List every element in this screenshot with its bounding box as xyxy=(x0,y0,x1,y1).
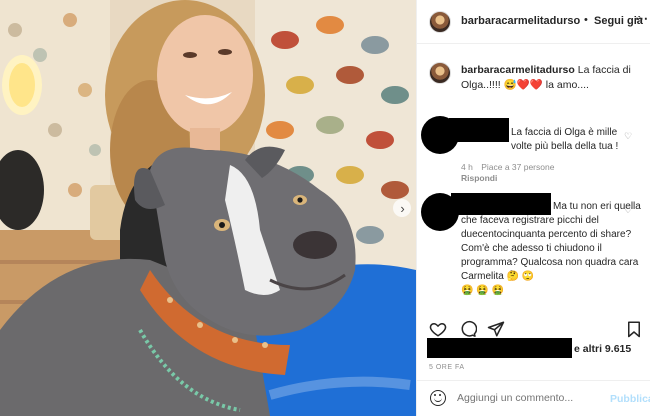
emoji-icon[interactable] xyxy=(430,390,446,406)
comment-like-icon[interactable]: ♡ xyxy=(624,205,632,216)
comment-body: Ma tu non eri quella che faceva registra… xyxy=(461,201,641,282)
post-header: barbaracarmelitadurso • Segui già ⋯ xyxy=(417,0,650,44)
comment-likes[interactable]: Piace a 37 persone xyxy=(481,162,554,172)
carousel-next-button[interactable]: › xyxy=(393,199,411,217)
comment-emojis-tail: 🤮 🤮 🤮 xyxy=(461,285,504,296)
post-photo[interactable]: › xyxy=(0,0,416,416)
header-separator: • xyxy=(584,14,588,26)
caption-username[interactable]: barbaracarmelitadurso xyxy=(461,64,575,76)
comment-time: 4 h xyxy=(461,162,473,172)
comment-text: La faccia di Olga è mille volte più bell… xyxy=(511,127,619,152)
author-avatar[interactable] xyxy=(429,11,451,33)
instagram-post: › barbaracarmelitadurso • Segui già ⋯ ba… xyxy=(0,0,650,416)
redacted-liker xyxy=(427,338,572,358)
bookmark-icon[interactable] xyxy=(625,320,643,338)
photo-illustration xyxy=(0,0,416,416)
caption-text: barbaracarmelitadurso La faccia di Olga.… xyxy=(461,63,643,93)
comment-icon[interactable] xyxy=(459,320,477,338)
chevron-right-icon: › xyxy=(400,200,405,216)
comment-form: Pubblica xyxy=(417,380,650,416)
caption-emoji-3: ❤️ xyxy=(529,79,543,91)
reply-button[interactable]: Rispondi xyxy=(461,173,497,183)
author-username[interactable]: barbaracarmelitadurso xyxy=(461,15,580,27)
caption-emoji-2: ❤️ xyxy=(516,79,530,91)
post-side-panel: barbaracarmelitadurso • Segui già ⋯ barb… xyxy=(416,0,650,416)
redacted-username xyxy=(449,118,509,142)
caption-tail: la amo.... xyxy=(545,79,589,91)
caption-emoji-1: 😅 xyxy=(503,79,517,91)
comment-like-icon[interactable]: ♡ xyxy=(624,131,632,142)
heart-icon[interactable] xyxy=(429,320,447,338)
more-options-icon[interactable]: ⋯ xyxy=(635,11,649,27)
comment-meta: 4 h Piace a 37 persone xyxy=(461,162,554,172)
comment-emojis-inline: 🤔 🙄 xyxy=(506,271,535,282)
publish-button[interactable]: Pubblica xyxy=(610,393,650,405)
comment-text: Ma tu non eri quella che faceva registra… xyxy=(461,200,641,298)
likes-count[interactable]: e altri 9.615 xyxy=(574,343,631,355)
caption-avatar[interactable] xyxy=(429,62,451,84)
post-time[interactable]: 5 ORE FA xyxy=(429,364,465,371)
share-icon[interactable] xyxy=(487,320,505,338)
comment-input[interactable] xyxy=(457,392,597,404)
